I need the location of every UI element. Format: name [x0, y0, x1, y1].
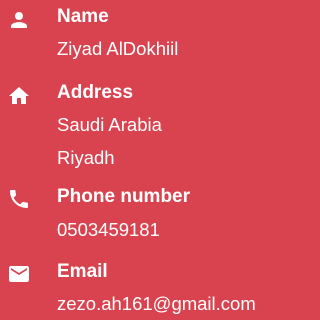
email-label: Email: [57, 261, 108, 282]
address-label: Address: [57, 82, 134, 103]
address-line-city: Riyadh: [57, 147, 115, 168]
person-icon: [7, 8, 31, 32]
email-value[interactable]: zezo.ah161@gmail.com: [57, 293, 256, 315]
home-icon: [7, 84, 31, 108]
name-label: Name: [57, 6, 109, 27]
mail-icon: [7, 262, 31, 286]
address-line-country: Saudi Arabia: [57, 114, 162, 135]
phone-value: 0503459181: [57, 219, 160, 240]
phone-icon: [7, 187, 31, 211]
name-value: Ziyad AlDokhiil: [57, 38, 179, 59]
phone-label: Phone number: [57, 186, 191, 207]
